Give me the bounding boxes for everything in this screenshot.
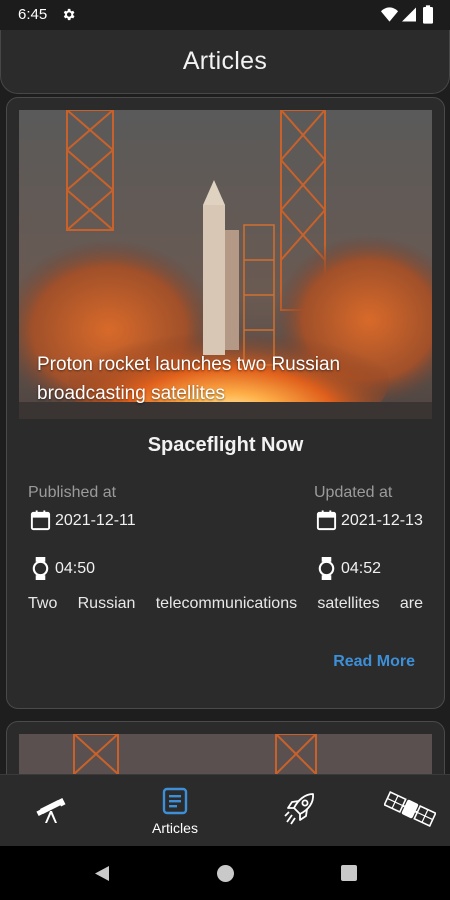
nav-launches[interactable]: [254, 775, 344, 847]
page-title: Articles: [182, 47, 268, 75]
article-source: Spaceflight Now: [147, 434, 304, 456]
read-more-link[interactable]: Read More: [333, 653, 415, 671]
published-date: 2021-12-11: [29, 509, 136, 532]
battery-icon: [423, 5, 433, 24]
back-icon[interactable]: [93, 865, 110, 882]
updated-label: Updated at: [314, 484, 393, 501]
status-time: 6:45: [18, 6, 48, 23]
recent-apps-button[interactable]: [341, 865, 357, 881]
updated-date-text: 2021-12-13: [341, 511, 423, 529]
bottom-navigation: Articles: [0, 774, 450, 846]
nav-articles-label: Articles: [152, 820, 198, 836]
home-button[interactable]: [217, 865, 234, 882]
articles-list[interactable]: Proton rocket launches two Russian broad…: [0, 94, 450, 774]
published-time-text: 04:50: [55, 559, 96, 577]
article-title: Proton rocket launches two Russian broad…: [37, 354, 341, 404]
watch-icon: [32, 557, 49, 580]
published-date-text: 2021-12-11: [55, 511, 136, 529]
published-label: Published at: [28, 484, 117, 501]
telescope-icon: [36, 797, 66, 823]
nav-articles[interactable]: Articles: [130, 775, 220, 847]
watch-icon: [318, 557, 335, 580]
updated-time: 04:52: [315, 556, 381, 581]
article-card[interactable]: [6, 721, 445, 774]
article-image: [19, 734, 432, 774]
satellite-icon: [384, 791, 436, 827]
rocket-icon: [284, 793, 314, 825]
published-time: 04:50: [29, 556, 95, 581]
status-bar: 6:45: [0, 0, 450, 30]
articles-icon: [162, 787, 188, 815]
nav-satellite[interactable]: [362, 775, 450, 847]
updated-time-text: 04:52: [341, 559, 382, 577]
nav-telescope[interactable]: [6, 775, 96, 847]
cell-signal-icon: [402, 7, 416, 22]
rocket-launch-image: [19, 734, 432, 774]
article-image: Proton rocket launches two Russian broad…: [19, 110, 432, 419]
updated-date: 2021-12-13: [315, 509, 423, 532]
app-header: Articles: [0, 30, 450, 94]
article-summary: Two Russian telecommunications satellite…: [28, 595, 423, 612]
article-card[interactable]: Proton rocket launches two Russian broad…: [6, 97, 445, 709]
wifi-icon: [381, 7, 398, 22]
calendar-icon: [30, 510, 51, 531]
settings-gear-icon: [63, 8, 75, 21]
calendar-icon: [316, 510, 337, 531]
